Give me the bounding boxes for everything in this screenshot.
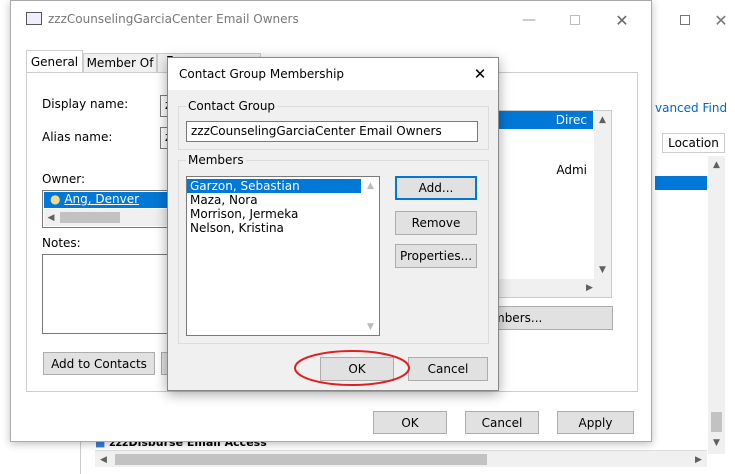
- membership-cancel-button[interactable]: Cancel: [408, 357, 488, 381]
- owners-ok-button[interactable]: OK: [373, 411, 447, 434]
- members-button-partial[interactable]: mbers...: [488, 306, 613, 330]
- contact-group-field[interactable]: zzzCounselingGarciaCenter Email Owners: [186, 121, 478, 142]
- location-column-header[interactable]: Location: [662, 133, 725, 153]
- list-item[interactable]: Morrison, Jermeka: [187, 207, 379, 221]
- membership-dialog-title: Contact Group Membership: [179, 67, 345, 81]
- members-label: Members: [186, 153, 246, 167]
- list-item[interactable]: Maza, Nora: [187, 193, 379, 207]
- scroll-down-icon[interactable]: ▼: [594, 261, 611, 278]
- tab-member-of[interactable]: Member Of: [83, 53, 157, 73]
- close-icon: ✕: [714, 10, 728, 30]
- list-item[interactable]: Garzon, Sebastian: [187, 179, 361, 193]
- properties-button[interactable]: Properties...: [395, 244, 477, 268]
- member-list-vscrollbar[interactable]: ▲ ▼: [594, 111, 611, 279]
- bg-list-scrollbar[interactable]: ▲ ▼: [708, 156, 725, 454]
- scroll-right-icon[interactable]: ▶: [690, 451, 707, 468]
- scroll-down-icon[interactable]: ▼: [708, 434, 725, 451]
- add-to-contacts-button[interactable]: Add to Contacts: [43, 352, 155, 375]
- owners-minimize-button[interactable]: —: [506, 2, 552, 38]
- scroll-left-icon[interactable]: ◀: [44, 209, 58, 226]
- person-icon: ●: [50, 192, 61, 206]
- close-icon: ✕: [473, 65, 487, 83]
- hscroll-thumb[interactable]: [115, 454, 487, 465]
- owner-label: Owner:: [42, 172, 86, 186]
- minimize-icon: —: [522, 12, 536, 28]
- scroll-left-icon[interactable]: ◀: [95, 451, 112, 468]
- owners-maximize-button[interactable]: [552, 2, 598, 38]
- scroll-up-icon[interactable]: ▲: [594, 111, 611, 128]
- hscroll-thumb[interactable]: [60, 212, 120, 223]
- add-member-button[interactable]: Add...: [395, 176, 477, 200]
- owners-window-title: zzzCounselingGarciaCenter Email Owners: [48, 12, 299, 26]
- maximize-icon: [570, 15, 580, 25]
- member-list-hscrollbar[interactable]: ▶: [489, 279, 611, 297]
- bg-close-button[interactable]: ✕: [698, 2, 735, 38]
- scroll-up-icon[interactable]: ▲: [362, 177, 379, 194]
- advanced-find-link[interactable]: vanced Find: [655, 101, 727, 115]
- alias-name-label: Alias name:: [42, 130, 113, 144]
- owner-list-item[interactable]: ● Ang, Denver: [44, 192, 169, 208]
- bottom-hscrollbar[interactable]: ◀ ▶: [95, 450, 707, 467]
- scroll-thumb[interactable]: [711, 412, 722, 432]
- list-item[interactable]: Nelson, Kristina: [187, 221, 379, 235]
- owners-apply-button[interactable]: Apply: [557, 411, 634, 434]
- member-list-row[interactable]: Admi: [489, 163, 593, 179]
- membership-close-button[interactable]: ✕: [464, 60, 496, 88]
- scroll-up-icon[interactable]: ▲: [708, 156, 725, 173]
- maximize-icon: [680, 15, 690, 25]
- display-name-label: Display name:: [42, 97, 129, 111]
- members-vscrollbar[interactable]: ▲ ▼: [362, 177, 379, 335]
- owners-close-button[interactable]: ✕: [599, 2, 645, 38]
- scroll-right-icon[interactable]: ▶: [581, 279, 598, 297]
- owner-list[interactable]: ● Ang, Denver ◀: [42, 190, 170, 228]
- remove-member-button[interactable]: Remove: [395, 211, 477, 235]
- notes-textarea[interactable]: [42, 254, 170, 334]
- scroll-down-icon[interactable]: ▼: [362, 318, 379, 335]
- close-icon: ✕: [615, 10, 629, 30]
- member-list-selected-row[interactable]: Direc: [489, 111, 593, 129]
- owner-hscrollbar[interactable]: ◀: [44, 209, 169, 226]
- notes-label: Notes:: [42, 236, 81, 250]
- contact-group-label: Contact Group: [186, 99, 278, 113]
- bg-list-selected-row[interactable]: [655, 176, 707, 190]
- window-app-icon: [26, 12, 42, 25]
- highlight-circle-annotation: [294, 350, 410, 386]
- member-list-partial[interactable]: Direc Admi ▲ ▼ ▶: [488, 110, 612, 298]
- owners-cancel-button[interactable]: Cancel: [465, 411, 539, 434]
- tab-general[interactable]: General: [26, 50, 83, 73]
- members-list[interactable]: Garzon, Sebastian Maza, Nora Morrison, J…: [186, 176, 380, 336]
